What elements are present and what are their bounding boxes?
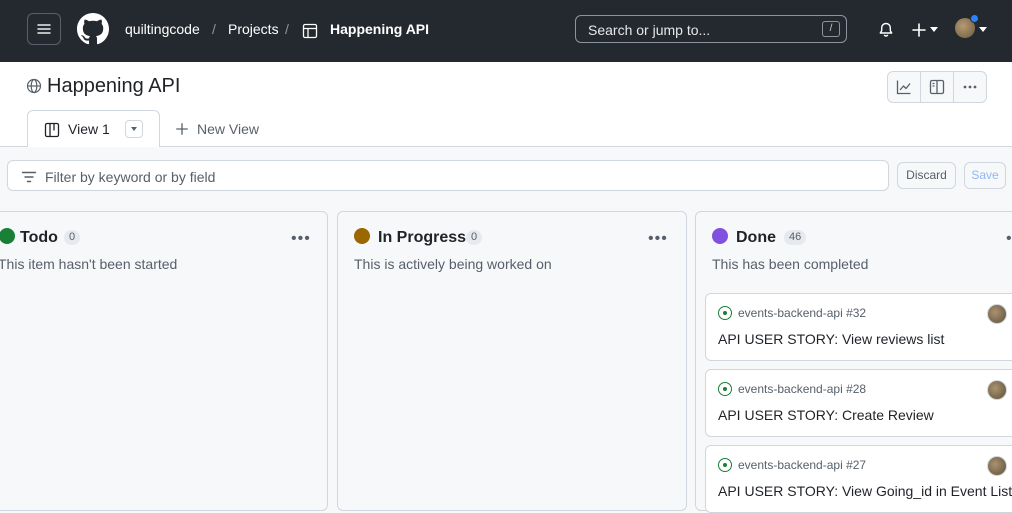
plus-icon[interactable] [911,22,927,38]
view-options-dropdown[interactable] [125,120,143,138]
kebab-horizontal-icon [963,85,977,89]
table-icon [302,23,318,39]
card-title[interactable]: API USER STORY: Create Review [718,407,934,423]
menu-button[interactable] [27,13,61,45]
column-description: This item hasn't been started [0,256,178,272]
bell-icon[interactable] [878,22,894,38]
breadcrumb-project[interactable]: Happening API [330,21,429,37]
board-column-todo: Todo 0 ••• This item hasn't been started [0,211,328,511]
card-repo-ref[interactable]: events-backend-api #27 [738,458,866,472]
board-column-in-progress: In Progress 0 ••• This is actively being… [337,211,687,511]
notification-indicator [970,14,979,23]
globe-icon [26,78,42,94]
new-view-label: New View [197,121,259,137]
breadcrumb-separator: / [212,21,216,37]
avatar[interactable] [987,304,1007,324]
save-button[interactable]: Save [964,162,1006,189]
discard-button[interactable]: Discard [897,162,956,189]
status-color-dot [712,228,728,244]
breadcrumb-separator: / [285,21,289,37]
hamburger-menu-icon [37,24,51,34]
column-title: Todo [20,229,58,246]
insights-button[interactable] [888,72,921,102]
breadcrumb-projects[interactable]: Projects [228,21,279,37]
filter-input[interactable]: Filter by keyword or by field [7,160,889,191]
card-title[interactable]: API USER STORY: View Going_id in Event L… [718,483,1012,499]
chevron-down-icon[interactable] [930,27,938,32]
column-count: 46 [784,230,807,245]
page-title: Happening API [47,75,181,97]
avatar[interactable] [987,380,1007,400]
tab-label: View 1 [68,121,110,137]
column-title: In Progress [378,229,467,246]
column-description: This is actively being worked on [354,256,552,272]
filter-icon [21,171,37,183]
header-actions [887,71,987,103]
column-menu-button[interactable]: ••• [648,230,668,248]
project-header: Happening API View 1 New View [0,62,1012,147]
column-menu-button[interactable]: ••• [1006,230,1012,248]
issue-open-icon [718,458,732,472]
project-board-icon [44,122,60,138]
column-count: 0 [466,230,483,245]
card-repo-ref[interactable]: events-backend-api #28 [738,382,866,396]
issue-open-icon [718,382,732,396]
toggle-sidepanel-button[interactable] [921,72,954,102]
status-color-dot [354,228,370,244]
column-title: Done [736,229,776,246]
sidebar-layout-icon [929,79,945,95]
search-placeholder: Search or jump to... [588,22,711,38]
search-input[interactable]: Search or jump to... / [575,15,847,43]
breadcrumb-org[interactable]: quiltingcode [125,21,200,37]
plus-icon [176,123,188,135]
issue-open-icon [718,306,732,320]
filter-placeholder: Filter by keyword or by field [45,169,216,185]
chevron-down-icon[interactable] [979,27,987,32]
column-menu-button[interactable]: ••• [291,230,311,248]
avatar[interactable] [987,456,1007,476]
github-logo-icon[interactable] [77,13,109,45]
board-card[interactable]: events-backend-api #28 API USER STORY: C… [705,369,1012,437]
more-options-button[interactable] [954,72,986,102]
status-color-dot [0,228,15,244]
column-description: This has been completed [712,256,869,272]
global-header: quiltingcode / Projects / Happening API … [0,0,1012,62]
tab-view-1[interactable]: View 1 [27,110,160,147]
card-repo-ref[interactable]: events-backend-api #32 [738,306,866,320]
graph-icon [896,80,911,95]
board-card[interactable]: events-backend-api #27 API USER STORY: V… [705,445,1012,513]
search-shortcut-hint: / [822,21,840,37]
board-card[interactable]: events-backend-api #32 API USER STORY: V… [705,293,1012,361]
column-count: 0 [64,230,81,245]
card-title[interactable]: API USER STORY: View reviews list [718,331,944,347]
